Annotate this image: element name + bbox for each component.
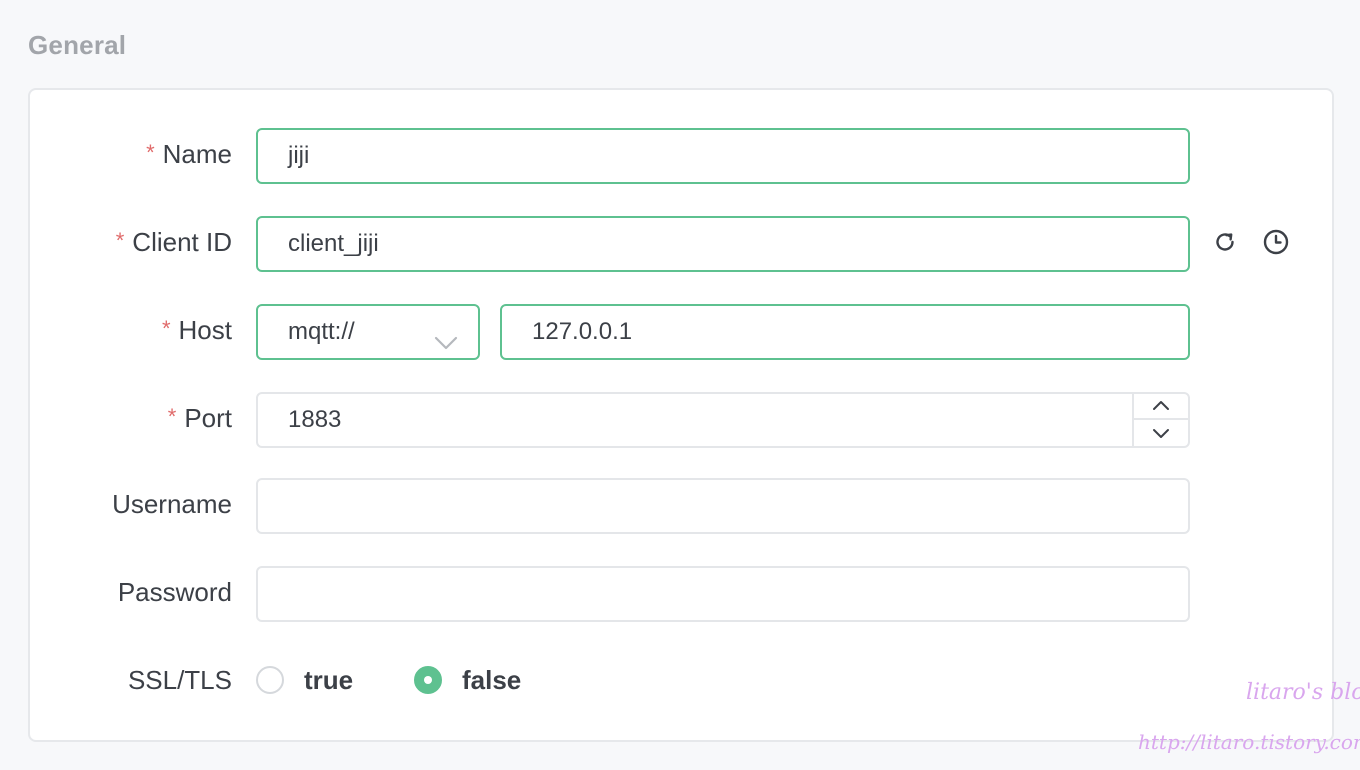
client-id-label: * Client ID (116, 227, 232, 259)
host-input[interactable]: 127.0.0.1 (500, 304, 1190, 360)
watermark-blog-name: litaro's blog (1246, 680, 1360, 705)
chevron-up-icon[interactable] (1134, 394, 1188, 420)
username-input[interactable] (256, 478, 1190, 534)
chevron-down-icon (434, 321, 458, 373)
port-label: * Port (168, 403, 232, 435)
port-stepper[interactable]: 1883 (256, 392, 1190, 448)
connection-settings-page: General * Name jiji * Client ID client_jij… (0, 0, 1360, 770)
client-id-label-text: Client ID (132, 227, 232, 257)
section-title: General (28, 30, 127, 60)
name-input[interactable]: jiji (256, 128, 1190, 184)
required-mark: * (115, 228, 125, 253)
protocol-select[interactable]: mqtt:// (256, 304, 480, 360)
ssl-true-radio[interactable] (256, 666, 284, 694)
ssl-true-label[interactable]: true (304, 665, 353, 695)
clock-icon[interactable] (1261, 227, 1291, 257)
username-label: Username (112, 489, 232, 519)
required-mark: * (146, 140, 155, 165)
host-label: * Host (162, 315, 232, 347)
required-mark: * (161, 316, 171, 341)
name-label: * Name (146, 139, 232, 171)
required-mark: * (167, 404, 177, 429)
ssl-false-radio[interactable] (414, 666, 442, 694)
password-label: Password (117, 577, 232, 607)
password-input[interactable] (256, 566, 1190, 622)
refresh-icon[interactable] (1210, 227, 1240, 257)
protocol-select-value: mqtt:// (288, 318, 355, 345)
name-label-text: Name (162, 139, 232, 169)
client-id-input[interactable]: client_jiji (256, 216, 1190, 272)
port-stepper-controls (1132, 394, 1188, 446)
port-input[interactable]: 1883 (288, 406, 341, 433)
watermark-url: http://litaro.tistory.com/ (1138, 730, 1360, 754)
ssl-tls-label: SSL/TLS (127, 665, 232, 695)
ssl-false-label[interactable]: false (462, 665, 521, 695)
port-label-text: Port (184, 403, 232, 433)
chevron-down-icon[interactable] (1134, 420, 1188, 446)
host-label-text: Host (178, 315, 232, 345)
